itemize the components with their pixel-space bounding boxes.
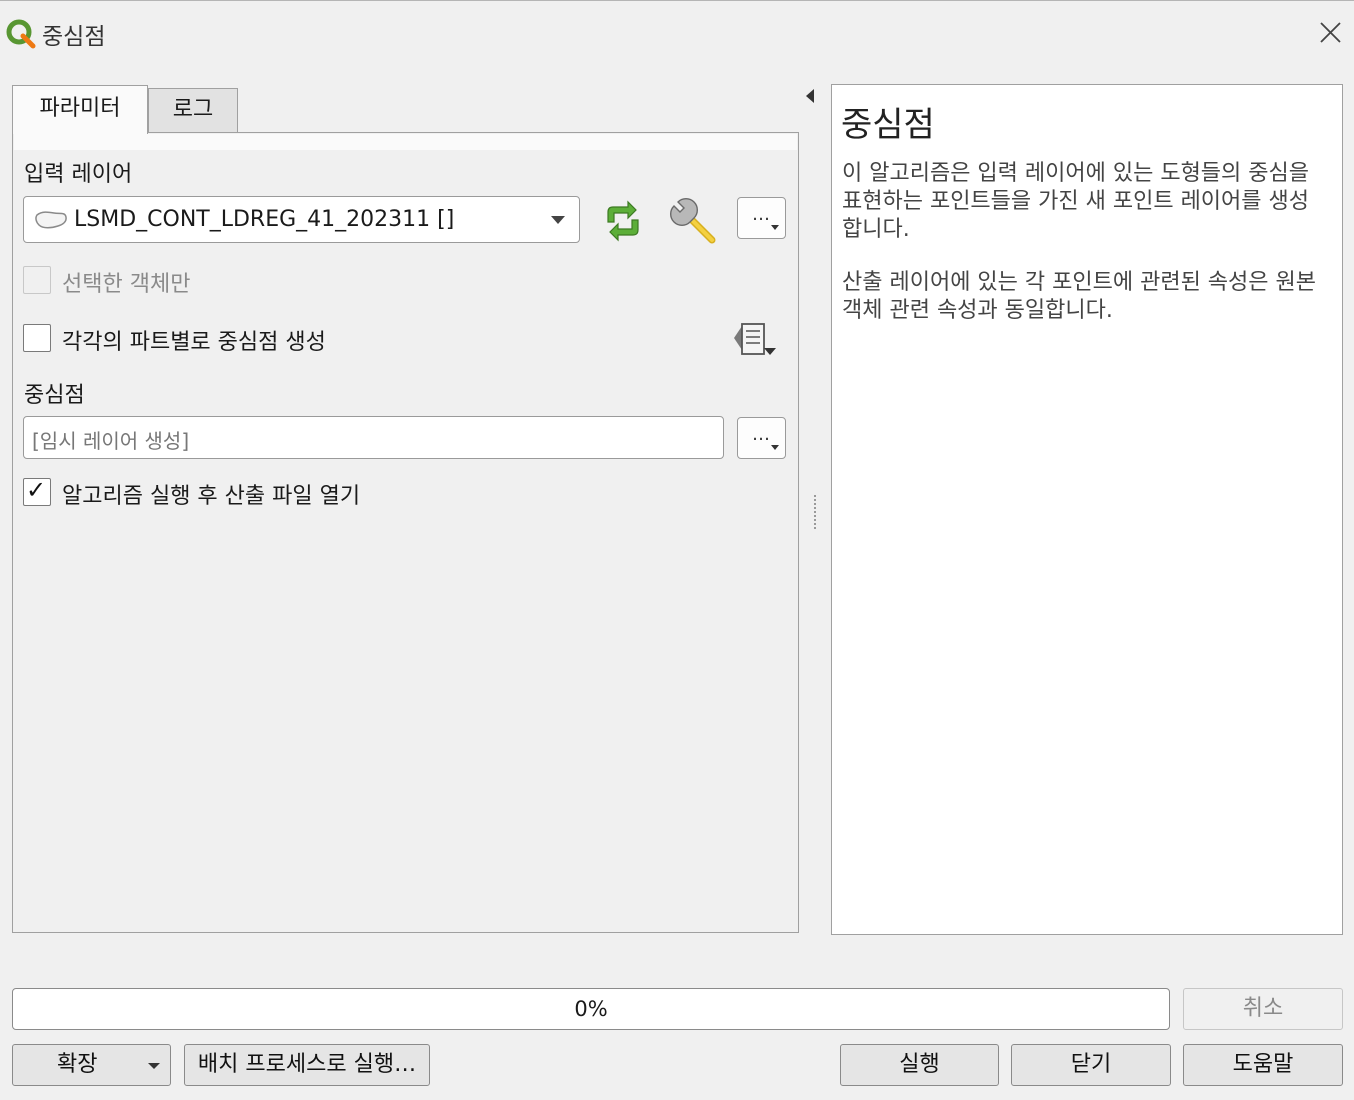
batch-process-button[interactable]: 배치 프로세스로 실행… [184,1044,430,1086]
help-button[interactable]: 도움말 [1183,1044,1343,1086]
checkmark-icon: ✓ [26,476,47,504]
tab-log[interactable]: 로그 [148,88,238,132]
run-button[interactable]: 실행 [840,1044,999,1086]
wrench-icon[interactable] [668,196,718,246]
chevron-down-icon [551,216,565,224]
output-placeholder: [임시 레이어 생성] [32,429,190,453]
output-label: 중심점 [24,383,85,408]
per-part-checkbox[interactable] [23,324,51,352]
title-bar: 중심점 [0,0,1354,62]
splitter-handle[interactable] [814,495,816,529]
chevron-down-icon [771,445,779,450]
output-path-input[interactable]: [임시 레이어 생성] [23,416,724,459]
iterate-refresh-icon[interactable] [598,196,648,246]
input-layer-label: 입력 레이어 [24,162,133,187]
qgis-logo-icon [6,19,36,49]
data-defined-override-icon[interactable] [730,318,780,368]
open-output-label: 알고리즘 실행 후 산출 파일 열기 [62,484,361,509]
progress-bar: 0% [12,988,1170,1030]
tab-log-label: 로그 [172,97,214,122]
tab-parameters-label: 파라미터 [39,96,121,121]
tab-parameters[interactable]: 파라미터 [12,85,148,134]
progress-text: 0% [574,997,608,1021]
help-panel: 중심점 이 알고리즘은 입력 레이어에 있는 도형들의 중심을 표현하는 포인트… [831,84,1343,935]
layer-options-button[interactable]: … [737,197,786,239]
selected-only-label: 선택한 객체만 [62,272,191,297]
per-part-label: 각각의 파트별로 중심점 생성 [62,330,326,355]
close-button[interactable]: 닫기 [1011,1044,1171,1086]
cancel-button[interactable]: 취소 [1183,988,1343,1030]
help-paragraph-2: 산출 레이어에 있는 각 포인트에 관련된 속성은 원본 객체 관련 속성과 동… [842,270,1316,323]
help-paragraph-1: 이 알고리즘은 입력 레이어에 있는 도형들의 중심을 표현하는 포인트들을 가… [842,161,1310,242]
polygon-layer-icon [35,211,67,229]
close-icon[interactable] [1312,15,1348,49]
selected-only-checkbox[interactable] [23,266,51,294]
input-layer-combobox[interactable]: LSMD_CONT_LDREG_41_202311 [] [23,196,580,243]
parameters-panel [12,132,799,933]
advanced-button[interactable]: 확장 [12,1044,171,1086]
input-layer-value: LSMD_CONT_LDREG_41_202311 [] [74,207,455,232]
collapse-arrow-icon[interactable] [806,89,814,103]
output-options-button[interactable]: … [737,417,786,459]
window-title: 중심점 [42,24,106,50]
chevron-down-icon [771,225,779,230]
chevron-down-icon [148,1063,160,1069]
help-title: 중심점 [841,105,935,145]
open-output-checkbox[interactable]: ✓ [23,476,51,506]
